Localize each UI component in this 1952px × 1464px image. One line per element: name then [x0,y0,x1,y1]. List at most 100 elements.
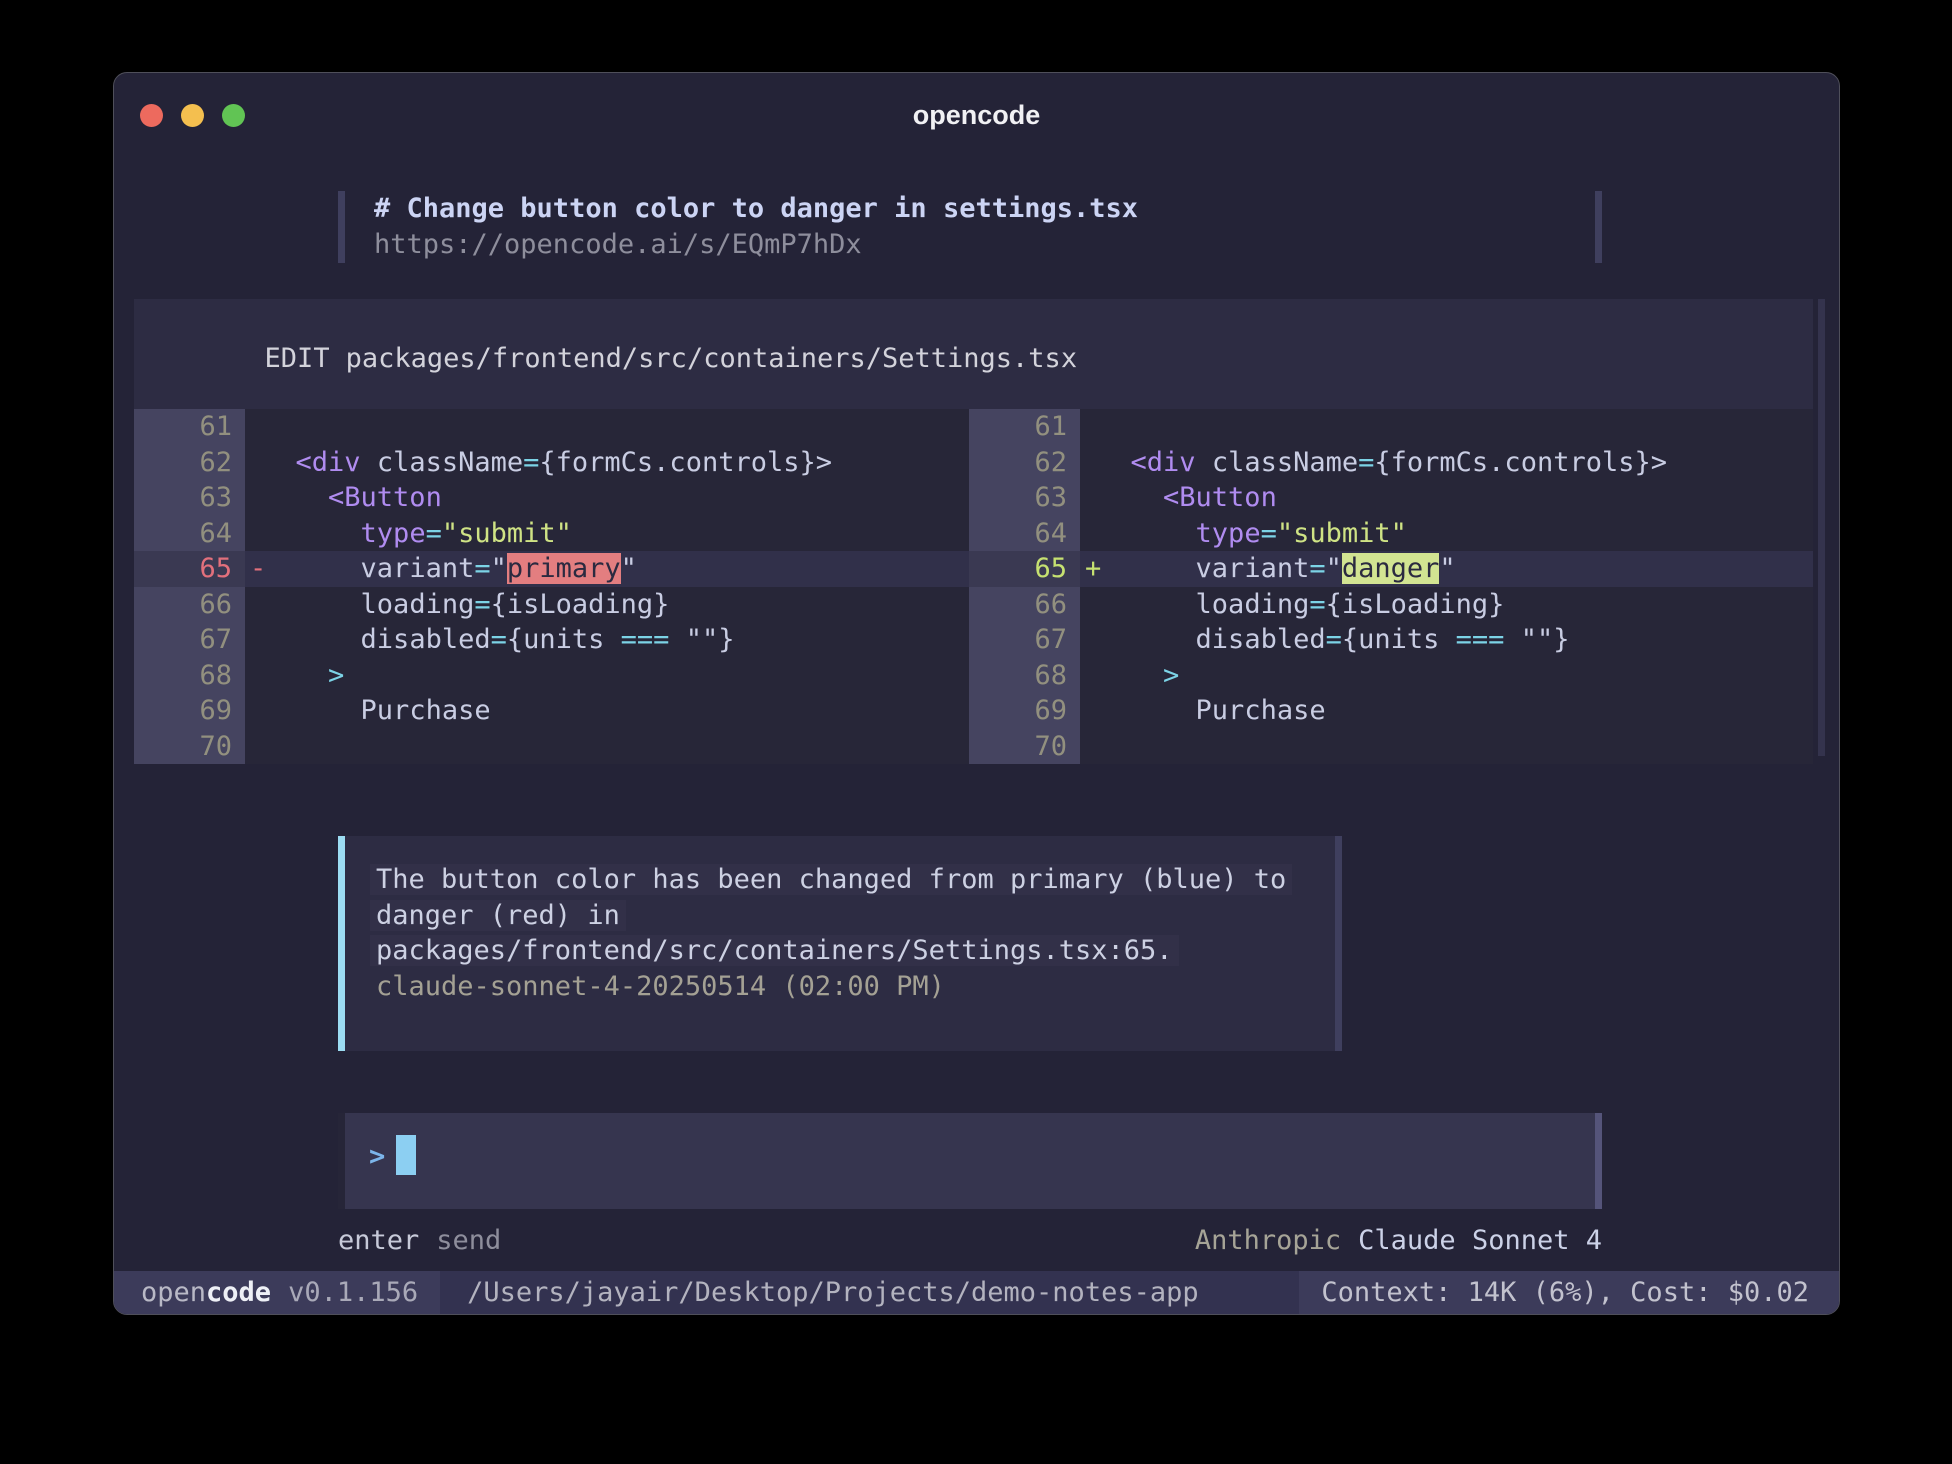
code-token [263,695,361,726]
diff-line-number: 68 [969,658,1080,694]
diff-row: 63 <Button [134,480,969,516]
diff-code-line [245,409,969,445]
diff-row: 64 type="submit" [134,516,969,552]
code-token [263,624,361,655]
diff-scrollbar[interactable] [1818,299,1825,756]
code-token: {formCs.controls}> [539,447,832,478]
app-version-chip: opencodev0.1.156 [114,1271,440,1314]
diff-line-number: 67 [969,622,1080,658]
code-token: ""} [669,624,734,655]
code-token: === [1456,624,1505,655]
diff-code-line: <Button [1080,480,1813,516]
app-name-code: code [206,1277,271,1308]
code-token: > [1163,660,1179,691]
diff-line-number: 66 [134,587,245,623]
app-version: v0.1.156 [288,1277,418,1308]
code-token [263,589,361,620]
code-token: " [491,553,507,584]
user-message-title: # Change button color to danger in setti… [374,191,1138,227]
code-token [1098,553,1196,584]
code-token: ""} [1504,624,1569,655]
code-token: {isLoading} [491,589,670,620]
code-token: Purchase [1196,695,1326,726]
diff-code-line: loading={isLoading} [245,587,969,623]
context-cost-text: Context: 14K (6%), Cost: $0.02 [1321,1277,1809,1308]
diff-row: 65+ variant="danger" [969,551,1813,587]
code-token [1098,624,1196,655]
code-token: className [377,447,523,478]
assistant-message-line: danger (red) in [376,898,1335,934]
diff-code-line: <Button [245,480,969,516]
diff-line-number: 67 [134,622,245,658]
diff-code-line: > [1080,658,1813,694]
code-token [361,447,377,478]
diff-row: 62 <div className={formCs.controls}> [134,445,969,481]
status-bar: opencodev0.1.156 /Users/jayair/Desktop/P… [114,1271,1839,1314]
diff-line-number: 70 [969,729,1080,765]
diff-line-number: 66 [969,587,1080,623]
opencode-window: opencode # Change button color to danger… [113,72,1840,1315]
assistant-message-lines: The button color has been changed from p… [376,862,1335,969]
code-token: danger [1342,553,1440,584]
code-token [263,447,296,478]
diff-row: 70 [969,729,1813,765]
diff-row: 62 <div className={formCs.controls}> [969,445,1813,481]
code-token: {units [507,624,621,655]
code-token: <Button [328,482,442,513]
edit-header: EDITpackages/frontend/src/containers/Set… [134,299,1813,405]
diff-row: 66 loading={isLoading} [134,587,969,623]
diff-code-line: type="submit" [245,516,969,552]
code-token: = [1309,589,1325,620]
diff-row: 64 type="submit" [969,516,1813,552]
diff-row: 61 [969,409,1813,445]
diff-line-number: 64 [969,516,1080,552]
code-token: loading [1196,589,1310,620]
send-action-label: send [436,1225,501,1256]
assistant-message-text: danger (red) in [370,900,626,931]
code-token: = [1261,518,1277,549]
code-token: variant [1196,553,1310,584]
edit-action-label: EDIT [265,343,330,374]
diff-line-number: 69 [134,693,245,729]
code-token: "submit" [442,518,572,549]
prompt-input[interactable]: > [338,1113,1602,1209]
code-token [1098,695,1196,726]
diff-row: 67 disabled={units === ""} [134,622,969,658]
model-indicator[interactable]: AnthropicClaude Sonnet 4 [1195,1225,1602,1256]
code-token: type [1196,518,1261,549]
code-token: = [474,589,490,620]
code-token [1098,589,1196,620]
code-token: {units [1342,624,1456,655]
code-token: = [474,553,490,584]
diff-row: 70 [134,729,969,765]
code-token: <div [296,447,361,478]
diff-line-number: 70 [134,729,245,765]
diff-code-line: type="submit" [1080,516,1813,552]
code-token: = [426,518,442,549]
diff-change-marker: - [245,551,263,587]
diff-row: 66 loading={isLoading} [969,587,1813,623]
code-token: = [1358,447,1374,478]
input-footer: enter send AnthropicClaude Sonnet 4 [338,1225,1602,1256]
user-message-share-url[interactable]: https://opencode.ai/s/EQmP7hDx [374,227,1138,263]
diff-line-number: 62 [969,445,1080,481]
code-token: disabled [1196,624,1326,655]
diff-row: 68 > [134,658,969,694]
code-token [1196,447,1212,478]
diff-code-line: disabled={units === ""} [1080,622,1813,658]
diff-code-line [1080,409,1813,445]
diff-row: 69 Purchase [134,693,969,729]
diff-code-line [245,729,969,765]
diff-line-number: 62 [134,445,245,481]
code-token: = [491,624,507,655]
assistant-message-text: packages/frontend/src/containers/Setting… [370,935,1179,966]
code-token: loading [361,589,475,620]
diff-code-line: Purchase [245,693,969,729]
diff-code-line: > [245,658,969,694]
title-bar: opencode [114,73,1839,153]
diff-row: 69 Purchase [969,693,1813,729]
code-token [263,660,328,691]
code-token: <div [1131,447,1196,478]
enter-key-hint: enter [338,1225,419,1256]
diff-code-line: <div className={formCs.controls}> [245,445,969,481]
